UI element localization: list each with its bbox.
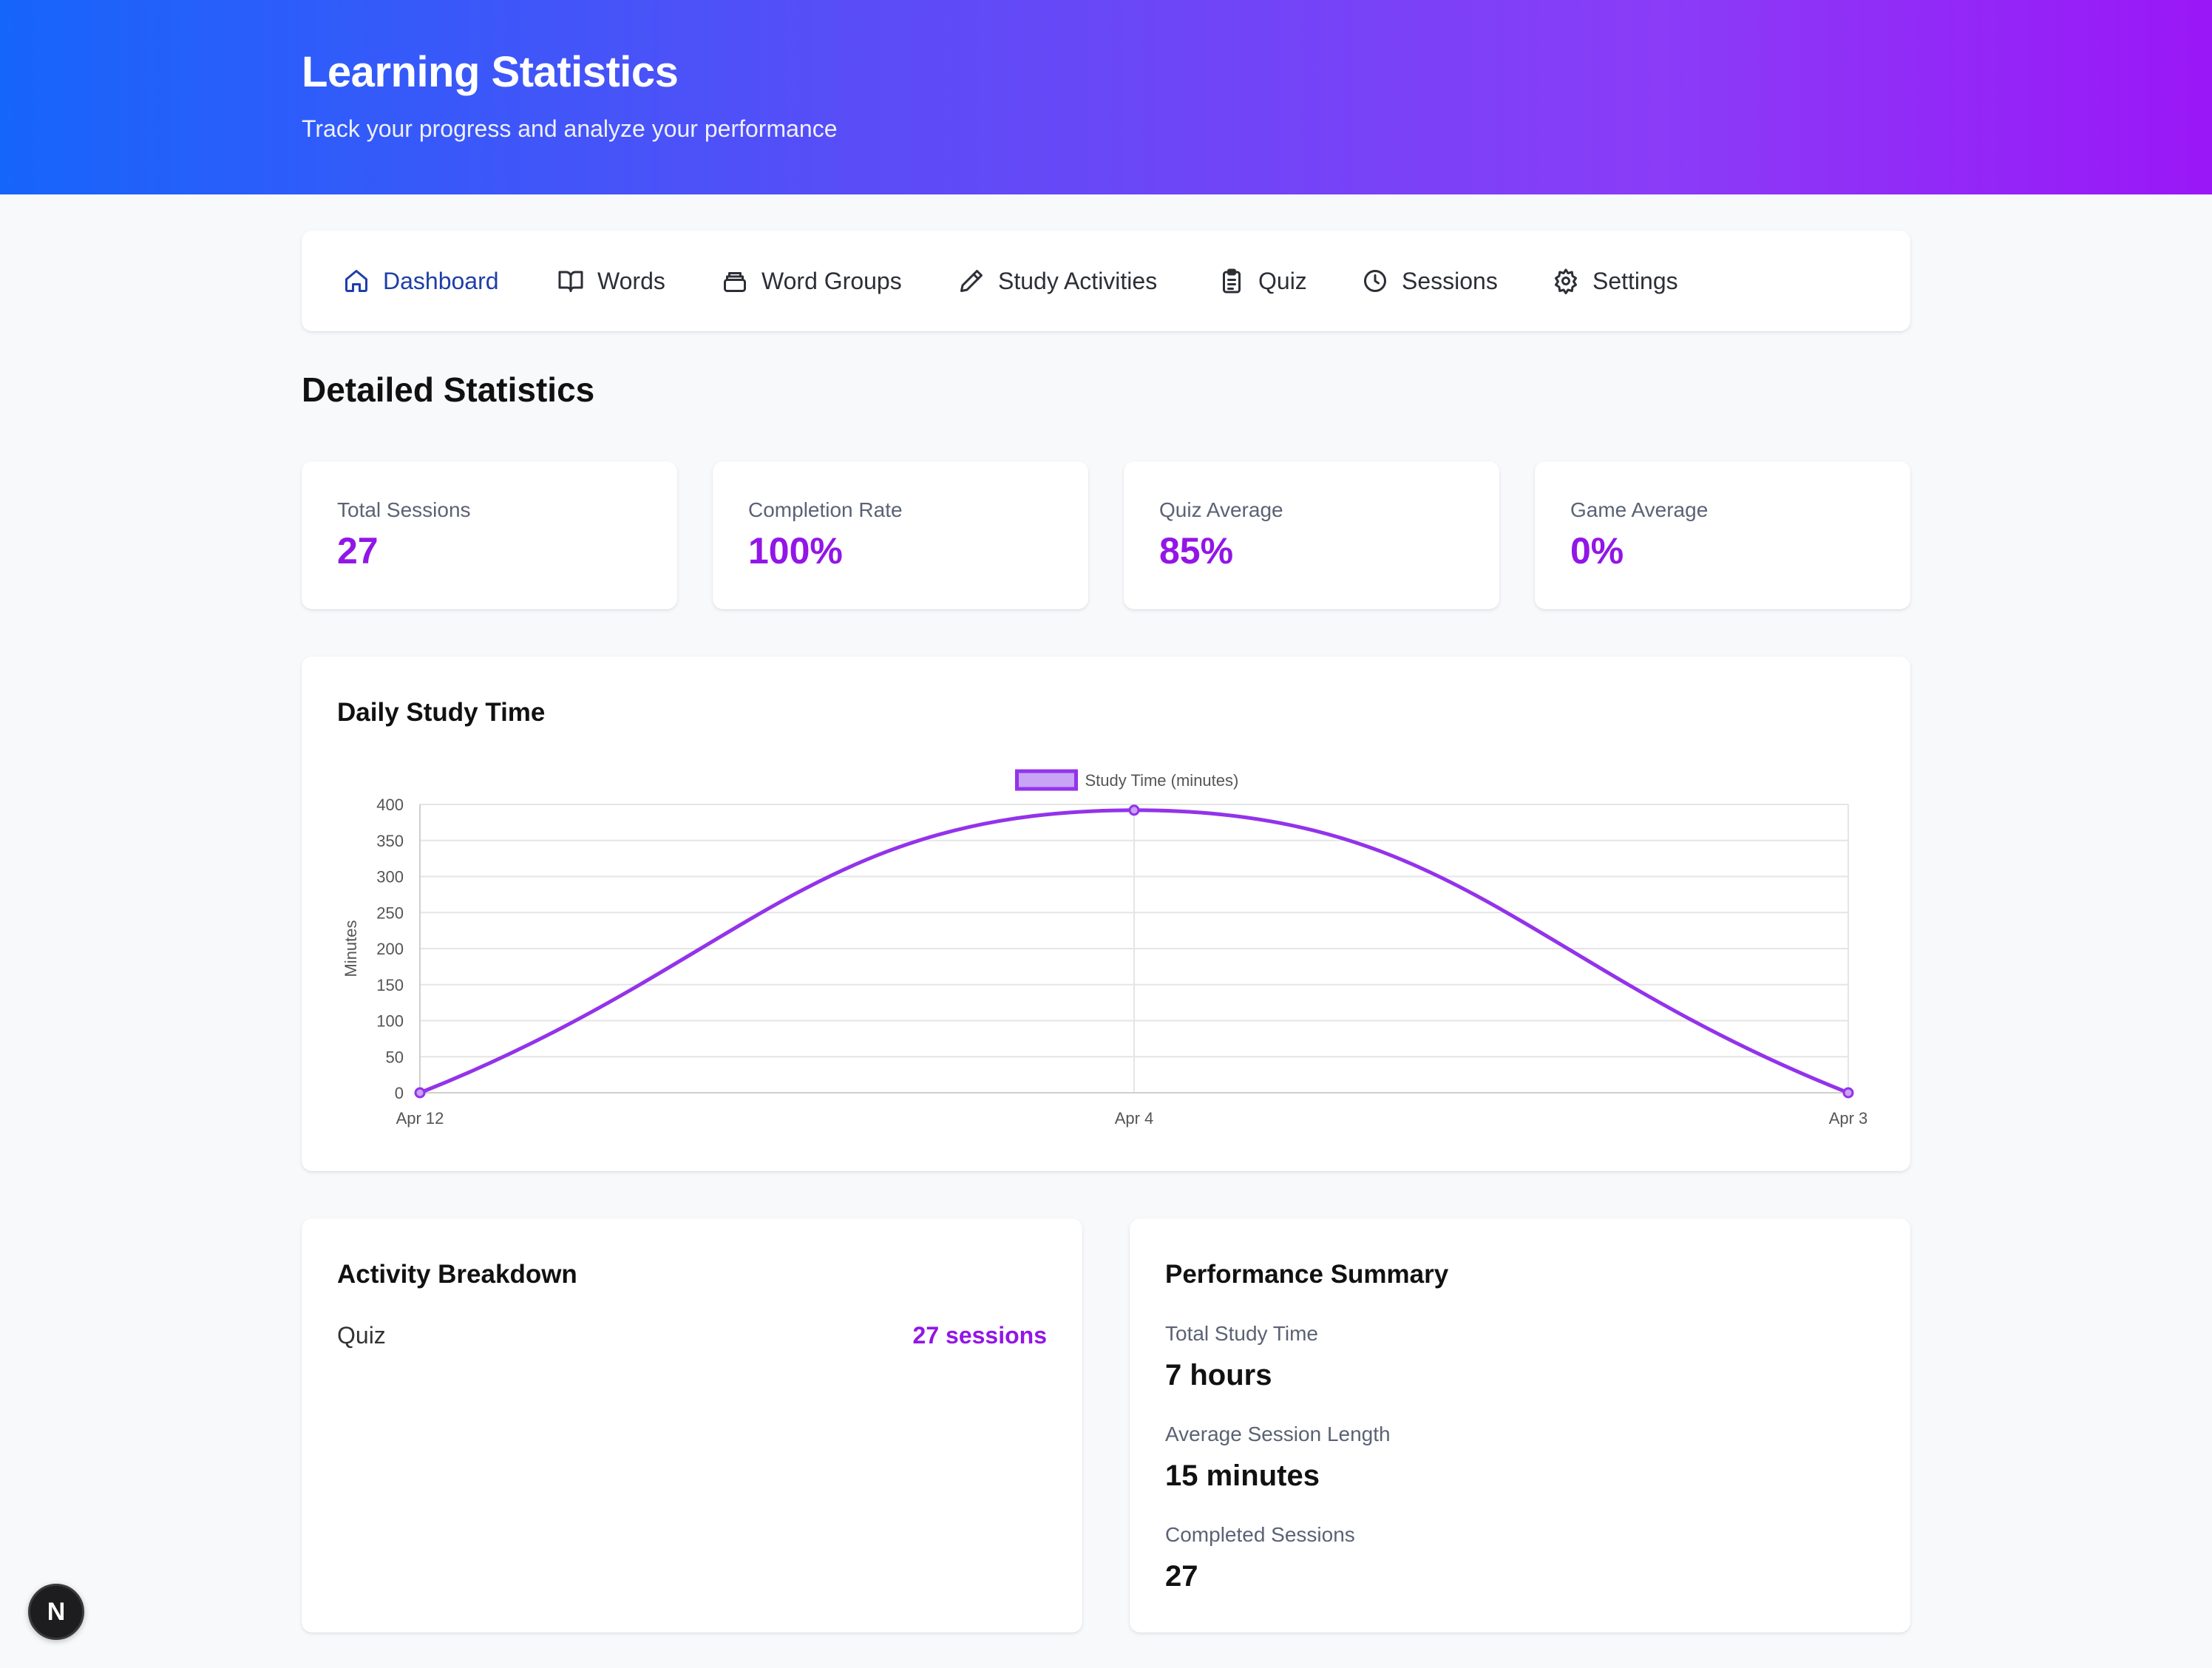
nav-label: Dashboard	[383, 267, 499, 294]
stat-card-game-average: Game Average 0%	[1535, 461, 1910, 609]
nextjs-dev-badge[interactable]: N	[28, 1584, 84, 1640]
perf-value-completed-sessions: 27	[1165, 1560, 1198, 1593]
stat-label: Total Sessions	[337, 498, 471, 521]
header-banner: Learning Statistics Track your progress …	[0, 0, 2212, 194]
daily-study-time-card: Daily Study Time 0 50 100 150 200 250 300 350 40…	[302, 657, 1910, 1171]
badge-letter: N	[47, 1597, 66, 1626]
y-axis-label: Minutes	[342, 920, 360, 977]
nav-item-word-groups[interactable]: Word Groups	[722, 231, 902, 331]
y-tick-label: 200	[376, 940, 404, 958]
pencil-icon	[960, 270, 983, 292]
stat-value: 85%	[1159, 530, 1234, 572]
nav-label: Words	[597, 267, 665, 294]
x-tick-label: Apr 12	[396, 1109, 444, 1128]
data-point	[1842, 1087, 1854, 1099]
perf-value-total-study-time: 7 hours	[1165, 1359, 1272, 1391]
perf-label-completed-sessions: Completed Sessions	[1165, 1523, 1355, 1546]
nav-item-words[interactable]: Words	[557, 231, 665, 331]
y-tick-label: 250	[376, 904, 404, 922]
nav-item-dashboard[interactable]: Dashboard	[343, 231, 499, 331]
nav-item-quiz[interactable]: Quiz	[1218, 231, 1307, 331]
performance-title: Performance Summary	[1165, 1260, 1449, 1289]
performance-summary-card: Performance Summary Total Study Time 7 h…	[1130, 1218, 1910, 1633]
y-tick-label: 400	[376, 796, 404, 814]
stat-card-completion-rate: Completion Rate 100%	[713, 461, 1088, 609]
y-tick-label: 300	[376, 868, 404, 886]
page-header-subtitle: Track your progress and analyze your per…	[302, 115, 838, 142]
stat-card-total-sessions: Total Sessions 27	[302, 461, 677, 609]
stat-value: 100%	[748, 530, 843, 572]
section-title: Detailed Statistics	[302, 370, 595, 409]
nav-item-settings[interactable]: Settings	[1553, 231, 1678, 331]
stat-label: Quiz Average	[1159, 498, 1283, 521]
nav-item-study-activities[interactable]: Study Activities	[958, 231, 1157, 331]
data-point	[414, 1087, 426, 1099]
clipboard-icon	[1223, 268, 1241, 294]
x-tick-label: Apr 3	[1829, 1109, 1868, 1128]
main-nav: Dashboard Words Word Groups Study Activi…	[302, 231, 1910, 331]
stat-value: 0%	[1570, 530, 1624, 572]
legend-swatch	[1015, 769, 1078, 791]
nav-label: Word Groups	[761, 267, 902, 294]
nav-label: Sessions	[1402, 267, 1498, 294]
activity-breakdown-card: Activity Breakdown Quiz 27 sessions	[302, 1218, 1082, 1633]
study-time-chart: 0 50 100 150 200 250 300 350 400 Apr 12 Apr 4 Apr 3…	[342, 769, 1868, 1128]
book-icon	[558, 271, 583, 292]
nav-label: Study Activities	[998, 267, 1158, 294]
legend-label: Study Time (minutes)	[1085, 771, 1239, 790]
page-header-title: Learning Statistics	[302, 48, 679, 96]
nav-label: Settings	[1592, 267, 1678, 294]
stat-card-quiz-average: Quiz Average 85%	[1124, 461, 1499, 609]
stat-label: Game Average	[1570, 498, 1709, 521]
perf-value-average-session-length: 15 minutes	[1165, 1460, 1320, 1492]
stat-value: 27	[337, 530, 379, 572]
nav-item-sessions[interactable]: Sessions	[1362, 231, 1498, 331]
x-tick-label: Apr 4	[1115, 1109, 1154, 1128]
home-icon	[345, 270, 367, 292]
stack-icon	[724, 272, 746, 292]
clock-icon	[1364, 270, 1386, 292]
perf-label-total-study-time: Total Study Time	[1165, 1322, 1318, 1345]
activity-item-value: 27 sessions	[912, 1322, 1047, 1349]
y-tick-label: 350	[376, 832, 404, 850]
perf-label-average-session-length: Average Session Length	[1165, 1423, 1391, 1445]
activity-item-label: Quiz	[337, 1322, 386, 1349]
y-tick-label: 50	[386, 1048, 404, 1066]
stat-label: Completion Rate	[748, 498, 903, 521]
activity-title: Activity Breakdown	[337, 1260, 577, 1289]
y-tick-label: 150	[376, 976, 404, 994]
y-tick-label: 0	[395, 1084, 404, 1102]
nav-label: Quiz	[1258, 267, 1307, 294]
y-tick-label: 100	[376, 1012, 404, 1031]
gear-icon	[1555, 268, 1577, 294]
data-point	[1128, 804, 1140, 816]
